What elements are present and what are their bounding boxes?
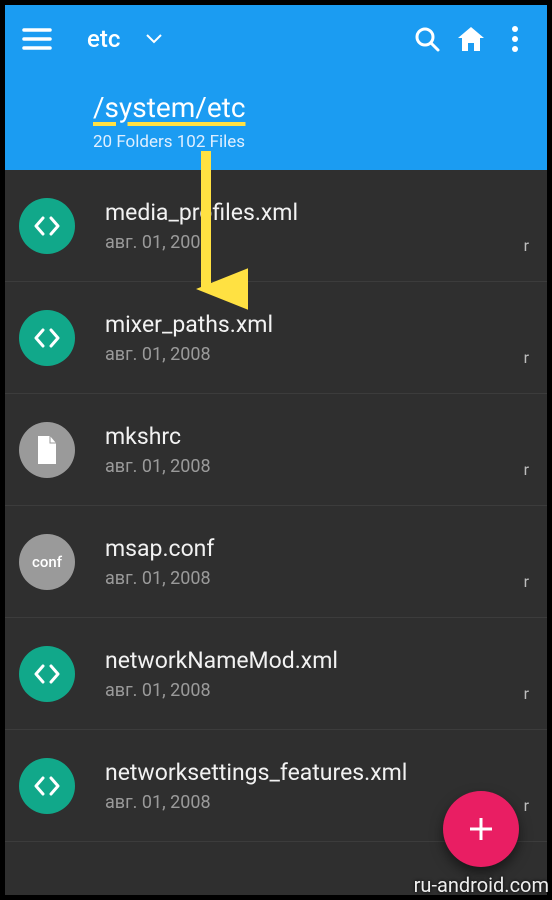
file-row-main: networkNameMod.xml авг. 01, 2008	[105, 647, 514, 701]
search-icon[interactable]	[405, 17, 449, 61]
code-file-icon	[19, 310, 75, 366]
file-list: media_profiles.xmlавг. 01, 2008rmixer_pa…	[5, 170, 547, 895]
file-file-icon	[19, 422, 75, 478]
toolbar: etc	[15, 19, 537, 59]
folder-title: etc	[87, 25, 120, 53]
file-name: mkshrc	[105, 423, 514, 450]
code-file-icon	[19, 646, 75, 702]
code-file-icon	[19, 758, 75, 814]
conf-file-icon: conf	[19, 534, 75, 590]
file-row-main: mixer_paths.xml авг. 01, 2008	[105, 311, 514, 365]
file-permission: r	[524, 796, 529, 815]
file-name: networkNameMod.xml	[105, 647, 514, 674]
app-header: etc /system/etc 20 Folders 102 Files	[5, 5, 547, 170]
more-vert-icon[interactable]	[493, 17, 537, 61]
file-permission: r	[524, 236, 529, 255]
file-date: авг. 01, 2008	[105, 344, 514, 365]
file-name: media_profiles.xml	[105, 199, 514, 226]
file-date: авг. 01, 2008	[105, 456, 514, 477]
file-name: msap.conf	[105, 535, 514, 562]
file-row[interactable]: mkshrc авг. 01, 2008 r	[5, 394, 547, 506]
folder-dropdown[interactable]: etc	[87, 25, 162, 53]
file-row-main: media_profiles.xml авг. 01, 2008	[105, 199, 514, 253]
watermark: ru-android.com	[414, 873, 549, 897]
file-name: mixer_paths.xml	[105, 311, 514, 338]
file-date: авг. 01, 2008	[105, 232, 514, 253]
add-fab[interactable]	[443, 791, 519, 867]
file-date: авг. 01, 2008	[105, 680, 514, 701]
file-row[interactable]: conf msap.conf авг. 01, 2008 r	[5, 506, 547, 618]
file-row[interactable]: media_profiles.xml авг. 01, 2008 r	[5, 170, 547, 282]
file-permission: r	[524, 348, 529, 367]
file-row[interactable]: mixer_paths.xml авг. 01, 2008 r	[5, 282, 547, 394]
file-row-main: msap.conf авг. 01, 2008	[105, 535, 514, 589]
file-date: авг. 01, 2008	[105, 568, 514, 589]
chevron-down-icon	[146, 34, 162, 44]
menu-icon[interactable]	[15, 17, 59, 61]
file-name: networksettings_features.xml	[105, 759, 514, 786]
file-permission: r	[524, 572, 529, 591]
home-icon[interactable]	[449, 17, 493, 61]
file-permission: r	[524, 460, 529, 479]
file-row-main: mkshrc авг. 01, 2008	[105, 423, 514, 477]
plus-icon	[466, 814, 496, 844]
path-counts: 20 Folders 102 Files	[93, 132, 537, 152]
file-row[interactable]: networkNameMod.xml авг. 01, 2008 r	[5, 618, 547, 730]
code-file-icon	[19, 198, 75, 254]
path-block: /system/etc 20 Folders 102 Files	[93, 91, 537, 152]
current-path[interactable]: /system/etc	[93, 91, 537, 124]
file-permission: r	[524, 684, 529, 703]
